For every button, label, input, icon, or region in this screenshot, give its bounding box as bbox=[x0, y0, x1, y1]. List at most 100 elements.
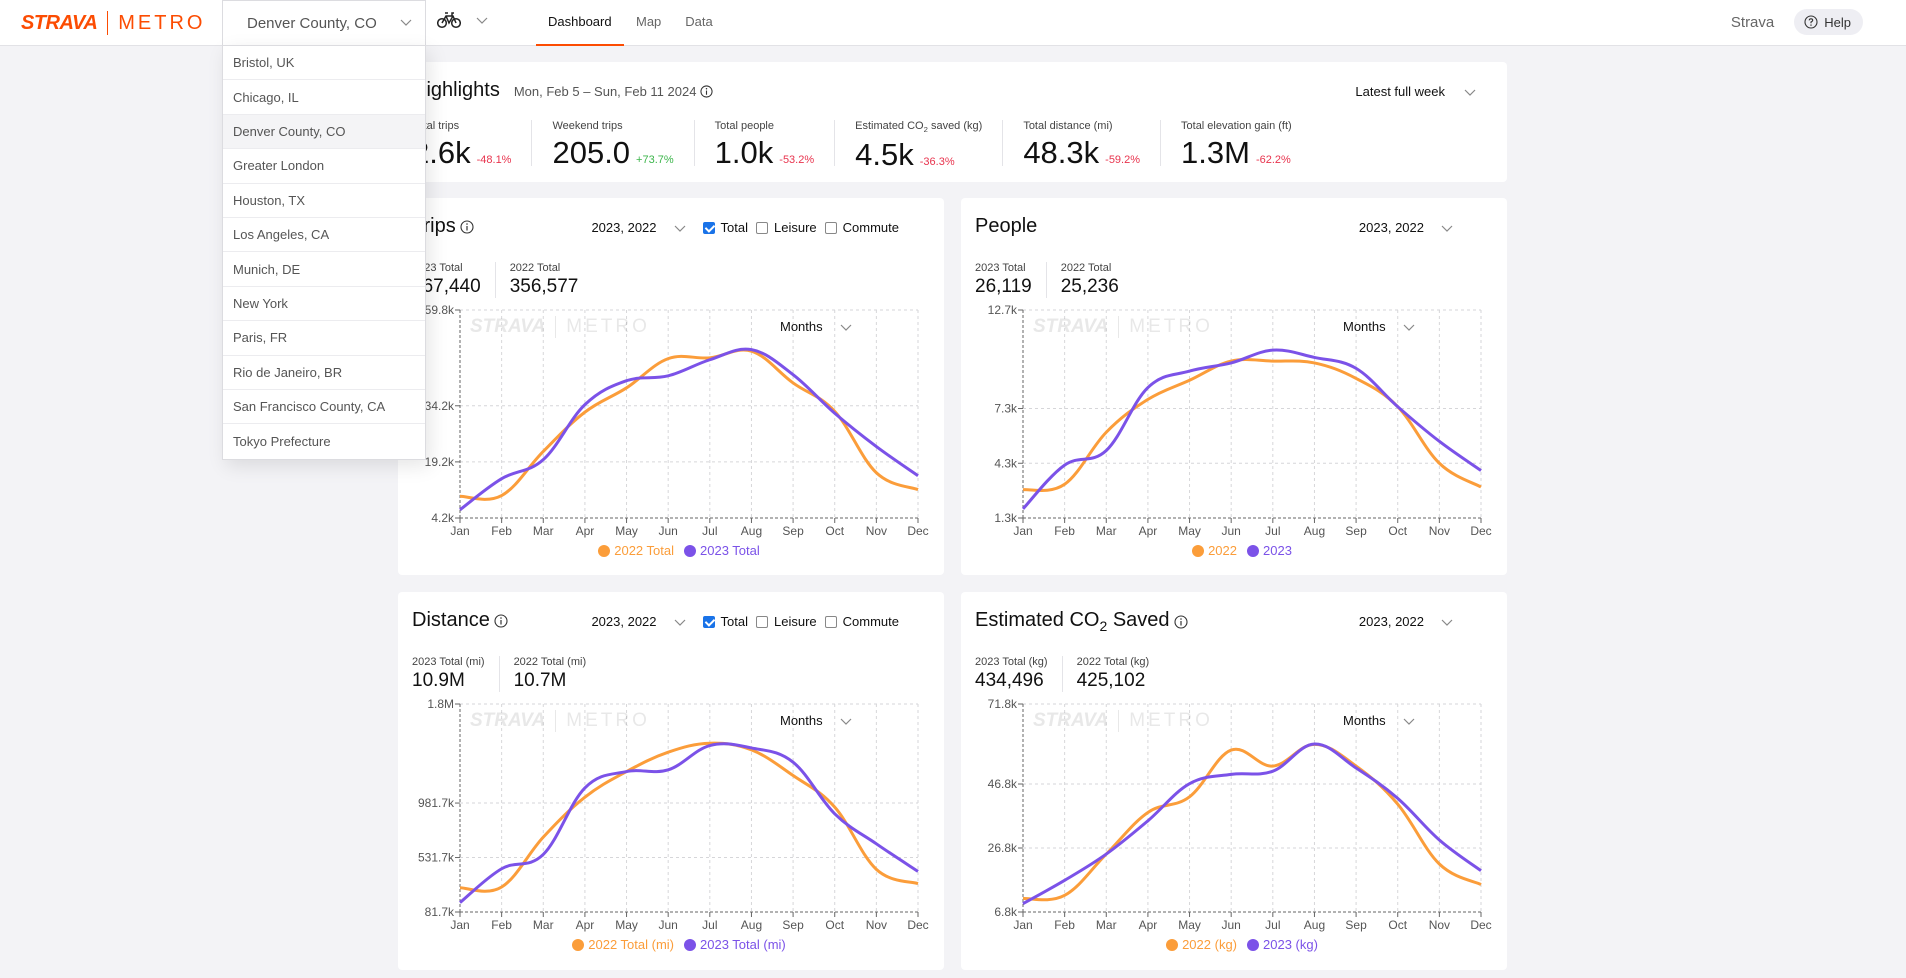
legend-label: 2022 bbox=[1208, 543, 1237, 558]
region-option[interactable]: Munich, DE bbox=[223, 252, 425, 287]
tab-map[interactable]: Map bbox=[624, 0, 673, 46]
legend-item[interactable]: 2022 (kg) bbox=[1166, 937, 1237, 952]
x-tick-label: May bbox=[1178, 524, 1201, 538]
period-select-value: Latest full week bbox=[1355, 84, 1445, 99]
watermark-divider bbox=[555, 710, 557, 732]
strava-metro-logo[interactable]: STRAVA METRO bbox=[21, 11, 205, 35]
region-option[interactable]: San Francisco County, CA bbox=[223, 390, 425, 425]
x-tick-label: Aug bbox=[1304, 918, 1325, 932]
granularity-select[interactable]: Months bbox=[780, 713, 853, 728]
chevron-down-icon bbox=[840, 718, 852, 725]
tab-data[interactable]: Data bbox=[673, 0, 724, 46]
x-tick-label: Jan bbox=[450, 918, 469, 932]
watermark-strava: STRAVA bbox=[470, 710, 546, 731]
legend-label: 2022 (kg) bbox=[1182, 937, 1237, 952]
strava-metro-watermark: STRAVA METRO bbox=[470, 710, 650, 732]
distance-card: Distance 2023, 2022 Total Leisure Commut… bbox=[398, 592, 944, 970]
region-option[interactable]: Bristol, UK bbox=[223, 46, 425, 81]
y-tick-label: 4.2k bbox=[431, 511, 455, 525]
legend-item[interactable]: 2023 Total (mi) bbox=[684, 937, 786, 952]
granularity-select[interactable]: Months bbox=[780, 319, 853, 334]
chart-legend: 2022 (kg) 2023 (kg) bbox=[961, 937, 1507, 952]
metric-total-people: Total people 1.0k -53.2% bbox=[715, 120, 836, 170]
info-icon[interactable] bbox=[700, 85, 714, 98]
legend-label: 2023 bbox=[1263, 543, 1292, 558]
legend-item[interactable]: 2022 Total (mi) bbox=[572, 937, 674, 952]
legend-item[interactable]: 2023 bbox=[1247, 543, 1292, 558]
co2-chart: 6.8k 26.8k 46.8k 71.8k Jan Feb Mar Apr May Jun Jul… bbox=[988, 697, 1492, 932]
trips-card: Trips 2023, 2022 Total Leisure Commute 2… bbox=[398, 198, 944, 575]
x-tick-label: Oct bbox=[825, 524, 844, 538]
chevron-down-icon bbox=[400, 19, 412, 26]
legend-item[interactable]: 2023 Total bbox=[684, 543, 760, 558]
x-tick-label: Dec bbox=[907, 524, 928, 538]
legend-item[interactable]: 2022 bbox=[1192, 543, 1237, 558]
metric-value: 205.0 bbox=[552, 135, 631, 170]
y-tick-label: 59.8k bbox=[425, 303, 455, 317]
metric-elevation-gain: Total elevation gain (ft) 1.3M -62.2% bbox=[1181, 120, 1312, 170]
legend-item[interactable]: 2023 (kg) bbox=[1247, 937, 1318, 952]
y-tick-label: 531.7k bbox=[418, 851, 455, 865]
strava-metro-watermark: STRAVA METRO bbox=[470, 316, 650, 338]
metric-label: Estimated CO2 saved (kg) bbox=[855, 120, 983, 135]
help-button[interactable]: Help bbox=[1794, 9, 1863, 35]
activity-type-select[interactable] bbox=[437, 10, 489, 30]
legend-dot-icon bbox=[684, 544, 696, 557]
region-option[interactable]: Houston, TX bbox=[223, 184, 425, 218]
period-select[interactable]: Latest full week bbox=[1355, 84, 1477, 99]
granularity-select[interactable]: Months bbox=[1343, 319, 1416, 334]
legend-label: 2023 Total bbox=[700, 543, 760, 558]
granularity-select-value: Months bbox=[1343, 319, 1386, 334]
watermark-metro: METRO bbox=[566, 710, 650, 731]
region-option[interactable]: New York bbox=[223, 287, 425, 322]
header-right: Strava Help bbox=[1731, 9, 1863, 35]
metric-value: 4.5k bbox=[855, 137, 914, 173]
metric-value: 1.0k bbox=[714, 135, 774, 170]
strava-metro-watermark: STRAVA METRO bbox=[1033, 710, 1213, 732]
region-select[interactable]: Denver County, CO bbox=[222, 0, 426, 45]
x-tick-label: Aug bbox=[1304, 524, 1325, 538]
chevron-down-icon bbox=[476, 17, 488, 24]
x-tick-label: Sep bbox=[1345, 918, 1367, 932]
legend-dot-icon bbox=[1192, 544, 1205, 557]
highlights-header: Highlights Mon, Feb 5 – Sun, Feb 11 2024 bbox=[412, 79, 714, 102]
x-tick-label: Nov bbox=[1429, 918, 1450, 932]
region-option-selected[interactable]: Denver County, CO bbox=[223, 114, 425, 150]
y-tick-label: 7.3k bbox=[994, 402, 1018, 416]
granularity-select-value: Months bbox=[1343, 713, 1386, 728]
highlight-metrics: Total trips 2.6k -48.1% Weekend trips 205… bbox=[412, 120, 1332, 172]
region-option[interactable]: Chicago, IL bbox=[223, 80, 425, 115]
region-option[interactable]: Paris, FR bbox=[223, 321, 425, 356]
x-tick-label: Apr bbox=[1139, 524, 1158, 538]
metric-total-trips: Total trips 2.6k -48.1% bbox=[412, 120, 533, 170]
legend-dot-icon bbox=[598, 544, 611, 557]
x-tick-label: Jan bbox=[1013, 918, 1032, 932]
org-name[interactable]: Strava bbox=[1731, 14, 1774, 31]
region-option[interactable]: Los Angeles, CA bbox=[223, 218, 425, 253]
x-tick-label: Mar bbox=[533, 524, 554, 538]
region-option[interactable]: Rio de Janeiro, BR bbox=[223, 356, 425, 390]
legend-item[interactable]: 2022 Total bbox=[598, 543, 674, 558]
legend-dot-icon bbox=[1247, 938, 1259, 951]
tab-dashboard[interactable]: Dashboard bbox=[536, 0, 624, 46]
metric-weekend-trips: Weekend trips 205.0 +73.7% bbox=[552, 120, 695, 170]
x-tick-label: Dec bbox=[907, 918, 928, 932]
watermark-metro: METRO bbox=[566, 316, 650, 337]
series-line-2022 bbox=[1022, 357, 1482, 492]
watermark-divider bbox=[1118, 710, 1120, 732]
x-tick-label: Apr bbox=[576, 918, 595, 932]
x-tick-label: Mar bbox=[533, 918, 554, 932]
legend-label: 2023 (kg) bbox=[1263, 937, 1318, 952]
region-option[interactable]: Greater London bbox=[223, 149, 425, 184]
granularity-select[interactable]: Months bbox=[1343, 713, 1416, 728]
x-tick-label: Mar bbox=[1096, 524, 1117, 538]
x-tick-label: Oct bbox=[1388, 918, 1407, 932]
chart-legend: 2022 2023 bbox=[961, 543, 1507, 558]
region-option[interactable]: Tokyo Prefecture bbox=[223, 424, 425, 458]
chevron-down-icon bbox=[1464, 89, 1476, 96]
metric-label: Total elevation gain (ft) bbox=[1181, 120, 1292, 132]
top-header: STRAVA METRO Denver County, CO Dashboard… bbox=[0, 0, 1906, 46]
x-tick-label: Sep bbox=[1345, 524, 1367, 538]
series-line-2022-kg- bbox=[1022, 742, 1482, 902]
series-line-2023 bbox=[1021, 348, 1482, 510]
